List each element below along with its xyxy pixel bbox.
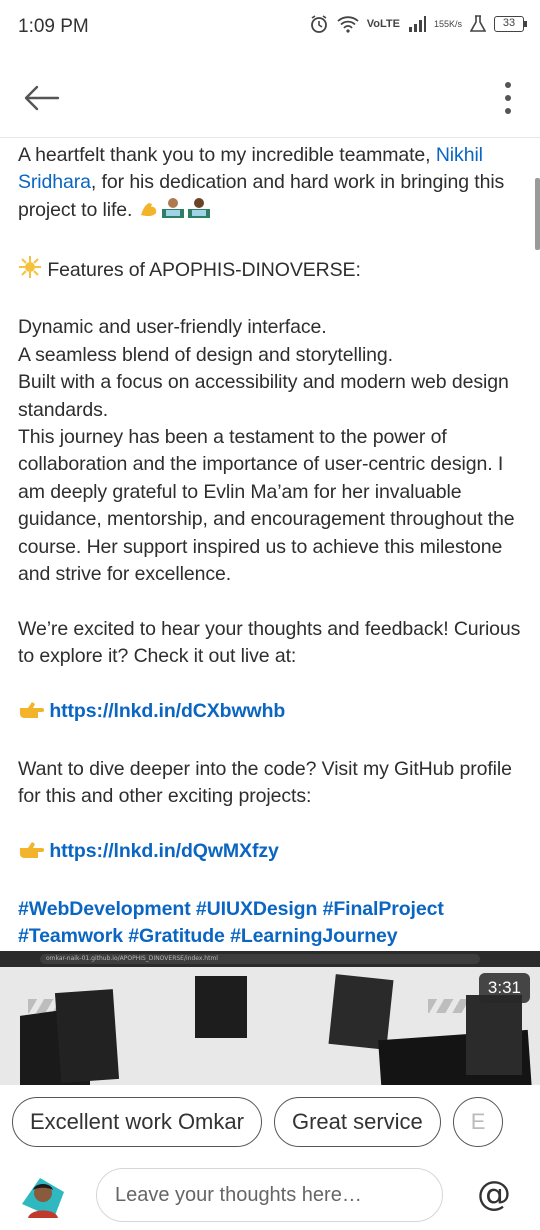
volte-bottom: LTE xyxy=(379,18,400,30)
comment-input[interactable] xyxy=(96,1168,443,1222)
speed-value: 155 xyxy=(433,19,449,29)
feature-line: Dynamic and user-friendly interface. xyxy=(18,316,327,339)
video-dino-card xyxy=(54,989,120,1083)
comment-bar: @ xyxy=(0,1160,540,1230)
video-duration: 3:31 xyxy=(478,973,530,1003)
pointing-right-emoji-icon xyxy=(18,700,44,728)
video-dino-card xyxy=(466,995,522,1075)
video-browser-bar: omkar-naik-01.github.io/APOPHIS_DINOVERS… xyxy=(0,951,540,967)
video-player[interactable]: omkar-naik-01.github.io/APOPHIS_DINOVERS… xyxy=(0,951,540,1085)
mention-button[interactable]: @ xyxy=(474,1172,514,1216)
github-paragraph: Want to dive deeper into the code? Visit… xyxy=(18,757,512,808)
flexed-biceps-emoji-icon xyxy=(138,197,160,227)
avatar[interactable] xyxy=(20,1174,66,1220)
features-heading: Features of APOPHIS-DINOVERSE: xyxy=(18,255,523,287)
live-demo-link[interactable]: https://lnkd.in/dCXbwwhb xyxy=(49,700,285,722)
features-heading-text: Features of APOPHIS-DINOVERSE: xyxy=(47,258,361,281)
alarm-icon xyxy=(309,14,329,34)
suggestion-chips: Excellent work Omkar Great service E xyxy=(12,1097,540,1149)
arrow-left-icon xyxy=(24,85,60,111)
hashtags-line[interactable]: #Teamwork #Gratitude #LearningJourney xyxy=(18,923,523,950)
github-link[interactable]: https://lnkd.in/dQwMXfzy xyxy=(49,840,279,862)
status-icons: Vo LTE 155 K/s 33 xyxy=(309,14,527,34)
pointing-right-emoji-icon xyxy=(18,840,44,868)
flask-icon xyxy=(470,15,486,33)
intro-text-1: A heartfelt thank you to my incredible t… xyxy=(18,144,431,166)
live-link-line: https://lnkd.in/dCXbwwhb xyxy=(18,698,523,728)
intro-text-2: , for his dedication and hard work in br… xyxy=(18,171,505,221)
volte-top: Vo xyxy=(366,18,380,30)
feature-line: Built with a focus on accessibility and … xyxy=(18,371,509,421)
more-dot xyxy=(505,95,511,101)
network-speed: 155 K/s xyxy=(434,19,462,29)
status-time: 1:09 PM xyxy=(18,16,89,37)
app-header xyxy=(0,56,540,138)
feature-line: A seamless blend of design and storytell… xyxy=(18,343,393,366)
suggestion-chip[interactable]: Great service xyxy=(273,1097,441,1147)
more-dot xyxy=(505,108,511,114)
technologist-emoji-icon xyxy=(186,197,212,227)
post-body: A heartfelt thank you to my incredible t… xyxy=(18,142,523,951)
signal-icon xyxy=(408,16,426,32)
wifi-icon xyxy=(337,15,359,33)
volte-indicator: Vo LTE xyxy=(366,18,400,30)
journey-paragraph: This journey has been a testament to the… xyxy=(18,426,515,586)
scrollbar-thumb[interactable] xyxy=(535,178,540,250)
status-bar: 1:09 PM Vo LTE 155 K/s 33 xyxy=(0,0,540,56)
video-dino-card xyxy=(328,974,394,1050)
excited-paragraph: We’re excited to hear your thoughts and … xyxy=(18,617,521,668)
technologist-emoji-icon xyxy=(160,197,186,227)
suggestion-chip[interactable]: Excellent work Omkar xyxy=(12,1097,262,1147)
more-options-button[interactable] xyxy=(502,78,514,118)
back-button[interactable] xyxy=(22,78,62,118)
hashtags-line[interactable]: #WebDevelopment #UIUXDesign #FinalProjec… xyxy=(18,896,523,923)
video-dino-card xyxy=(195,976,247,1038)
intro-paragraph: A heartfelt thank you to my incredible t… xyxy=(18,142,523,227)
battery-indicator: 33 xyxy=(494,16,527,32)
speed-unit: K/s xyxy=(448,19,462,29)
video-url: omkar-naik-01.github.io/APOPHIS_DINOVERS… xyxy=(40,954,480,964)
github-link-line: https://lnkd.in/dQwMXfzy xyxy=(18,838,523,868)
suggestion-chip[interactable]: E xyxy=(452,1097,504,1147)
more-dot xyxy=(505,82,511,88)
sparkle-star-emoji-icon xyxy=(18,255,42,287)
